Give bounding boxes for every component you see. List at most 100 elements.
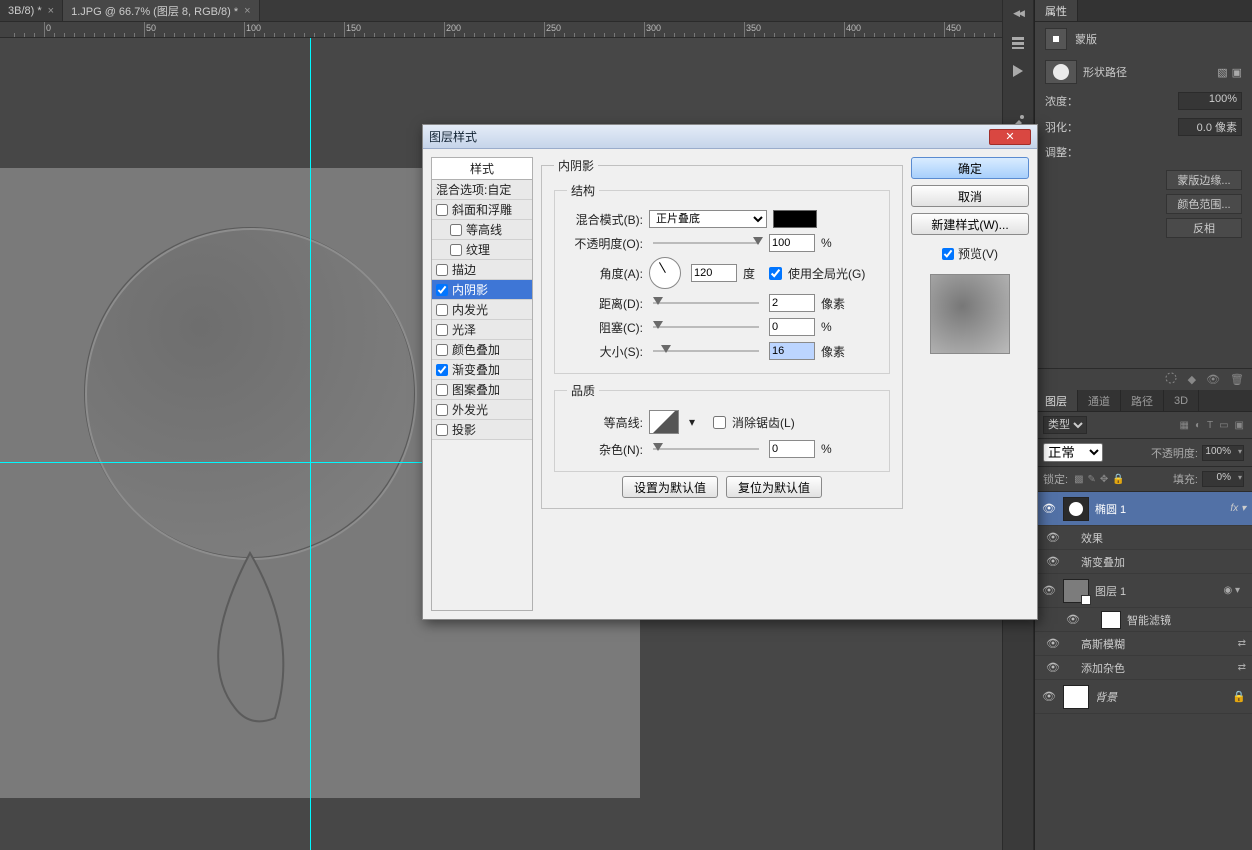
filter-adjust-icon[interactable]: ◐	[1195, 420, 1201, 431]
style-checkbox[interactable]	[436, 424, 448, 436]
play-icon[interactable]	[1006, 59, 1030, 83]
style-item[interactable]: 内发光	[432, 300, 532, 320]
eye-icon[interactable]: 👁	[1206, 373, 1220, 386]
pixel-mask-icon[interactable]: ▧	[1217, 66, 1227, 79]
style-checkbox[interactable]	[436, 264, 448, 276]
style-checkbox[interactable]	[450, 244, 462, 256]
blend-mode-select[interactable]: 正常	[1043, 443, 1103, 462]
mask-edge-button[interactable]: 蒙版边缘...	[1166, 170, 1242, 190]
style-checkbox[interactable]	[436, 344, 448, 356]
mask-type-icon[interactable]	[1045, 28, 1067, 50]
lock-position-icon[interactable]: ✥	[1100, 474, 1108, 485]
style-item[interactable]: 光泽	[432, 320, 532, 340]
style-item[interactable]: 描边	[432, 260, 532, 280]
filter-blend-icon[interactable]: ⇄	[1238, 662, 1246, 673]
shape-thumb[interactable]	[1045, 60, 1077, 84]
layer-thumb[interactable]	[1063, 685, 1089, 709]
style-item[interactable]: 内阴影	[432, 280, 532, 300]
global-light-checkbox[interactable]	[769, 267, 782, 280]
layer-name[interactable]: 图层 1	[1095, 583, 1217, 599]
filter-kind-select[interactable]: 类型	[1043, 416, 1087, 434]
document-tab[interactable]: 3B/8) * ×	[0, 0, 63, 21]
layer-item-background[interactable]: 👁 背景 🔒	[1035, 680, 1252, 714]
preview-checkbox[interactable]	[942, 248, 954, 260]
layer-thumb[interactable]	[1063, 579, 1089, 603]
reset-default-button[interactable]: 复位为默认值	[726, 476, 822, 498]
new-style-button[interactable]: 新建样式(W)...	[911, 213, 1029, 235]
invert-button[interactable]: 反相	[1166, 218, 1242, 238]
layer-effect-gradient[interactable]: 👁 渐变叠加	[1035, 550, 1252, 574]
close-icon[interactable]: ×	[48, 5, 54, 17]
lock-paint-icon[interactable]: ✎	[1088, 474, 1096, 485]
make-default-button[interactable]: 设置为默认值	[622, 476, 718, 498]
style-checkbox[interactable]	[436, 284, 448, 296]
size-input[interactable]	[769, 342, 815, 360]
filter-blend-icon[interactable]: ⇄	[1238, 638, 1246, 649]
size-slider[interactable]	[653, 350, 759, 352]
smart-filter-badge[interactable]: ◉ ▾	[1223, 585, 1240, 596]
style-checkbox[interactable]	[436, 204, 448, 216]
style-checkbox[interactable]	[436, 304, 448, 316]
shadow-color-swatch[interactable]	[773, 210, 817, 228]
tab-3d[interactable]: 3D	[1164, 390, 1199, 411]
style-item[interactable]: 外发光	[432, 400, 532, 420]
tab-properties[interactable]: 属性	[1035, 0, 1078, 21]
style-checkbox[interactable]	[436, 364, 448, 376]
layer-item-ellipse[interactable]: 👁 椭圆 1 fx ▾	[1035, 492, 1252, 526]
smart-filter-gaussian[interactable]: 👁 高斯模糊 ⇄	[1035, 632, 1252, 656]
layer-effects-header[interactable]: 👁 效果	[1035, 526, 1252, 550]
style-item[interactable]: 等高线	[432, 220, 532, 240]
lock-transparency-icon[interactable]: ▩	[1074, 474, 1083, 485]
tab-layers[interactable]: 图层	[1035, 390, 1078, 411]
tab-channels[interactable]: 通道	[1078, 390, 1121, 411]
style-checkbox[interactable]	[436, 384, 448, 396]
dialog-titlebar[interactable]: 图层样式 ✕	[423, 125, 1037, 149]
filter-mask-thumb[interactable]	[1101, 611, 1121, 629]
filter-pixel-icon[interactable]: ▦	[1179, 420, 1188, 431]
eye-icon[interactable]: 👁	[1045, 661, 1061, 674]
noise-input[interactable]	[769, 440, 815, 458]
distance-input[interactable]	[769, 294, 815, 312]
opacity-slider[interactable]	[653, 242, 759, 244]
filter-text-icon[interactable]: T	[1207, 420, 1213, 431]
noise-slider[interactable]	[653, 448, 759, 450]
contour-picker[interactable]	[649, 410, 679, 434]
vector-mask-icon[interactable]: ▣	[1232, 66, 1242, 79]
angle-dial[interactable]	[649, 257, 681, 289]
feather-value[interactable]: 0.0 像素	[1178, 118, 1242, 136]
close-icon[interactable]: ×	[244, 5, 250, 17]
eye-icon[interactable]: 👁	[1045, 531, 1061, 544]
history-panel-icon[interactable]	[1006, 31, 1030, 55]
filter-shape-icon[interactable]: ▭	[1219, 420, 1228, 431]
style-item[interactable]: 纹理	[432, 240, 532, 260]
shape-ellipse[interactable]	[75, 198, 425, 748]
smart-filters-header[interactable]: 👁 智能滤镜	[1035, 608, 1252, 632]
layer-name[interactable]: 椭圆 1	[1095, 501, 1224, 517]
fx-badge[interactable]: fx ▾	[1230, 503, 1246, 514]
blend-mode-select[interactable]: 正片叠底	[649, 210, 767, 228]
layer-item-layer1[interactable]: 👁 图层 1 ◉ ▾	[1035, 574, 1252, 608]
document-tab[interactable]: 1.JPG @ 66.7% (图层 8, RGB/8) * ×	[63, 0, 260, 21]
eye-icon[interactable]: 👁	[1041, 584, 1057, 597]
choke-input[interactable]	[769, 318, 815, 336]
style-item[interactable]: 图案叠加	[432, 380, 532, 400]
style-checkbox[interactable]	[450, 224, 462, 236]
style-item[interactable]: 渐变叠加	[432, 360, 532, 380]
smart-filter-addnoise[interactable]: 👁 添加杂色 ⇄	[1035, 656, 1252, 680]
antialias-checkbox[interactable]	[713, 416, 726, 429]
filter-smart-icon[interactable]: ▣	[1235, 420, 1244, 431]
eye-icon[interactable]: 👁	[1041, 502, 1057, 515]
ok-button[interactable]: 确定	[911, 157, 1029, 179]
expand-dock-icon[interactable]: ◀◀	[1013, 8, 1023, 19]
layer-thumb[interactable]	[1063, 497, 1089, 521]
density-value[interactable]: 100%	[1178, 92, 1242, 110]
style-item[interactable]: 投影	[432, 420, 532, 440]
trash-icon[interactable]: 🗑	[1230, 373, 1244, 386]
apply-mask-icon[interactable]: ◆	[1188, 373, 1196, 386]
choke-slider[interactable]	[653, 326, 759, 328]
style-checkbox[interactable]	[436, 324, 448, 336]
style-item[interactable]: 颜色叠加	[432, 340, 532, 360]
distance-slider[interactable]	[653, 302, 759, 304]
style-item[interactable]: 斜面和浮雕	[432, 200, 532, 220]
style-item[interactable]: 混合选项:自定	[432, 180, 532, 200]
